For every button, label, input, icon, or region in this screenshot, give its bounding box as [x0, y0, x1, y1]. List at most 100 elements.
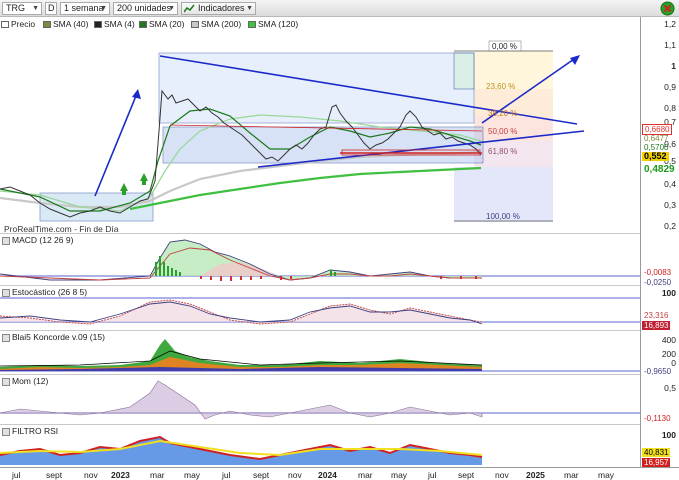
axis-label: 1,2: [664, 19, 676, 29]
time-axis-label: mar: [150, 470, 165, 480]
time-axis-label: jul: [428, 470, 437, 480]
time-axis-label: jul: [222, 470, 231, 480]
koncorde-panel[interactable]: Blai5 Koncorde v.09 (15): [0, 330, 640, 374]
time-axis-label: sept: [253, 470, 270, 480]
legend-swatch: [139, 21, 147, 28]
legend-item[interactable]: SMA (40): [42, 19, 88, 30]
macd-panel[interactable]: MACD (12 26 9): [0, 233, 640, 285]
arrow-head-icon: [132, 89, 141, 99]
time-axis-label: nov: [84, 470, 98, 480]
legend-swatch: [191, 21, 199, 28]
rsi-chart: [0, 435, 483, 465]
indicators-button[interactable]: Indicadores ▼: [181, 2, 256, 15]
axis-label: 1,1: [664, 40, 676, 50]
time-axis-label: sept: [46, 470, 63, 480]
koncorde-title[interactable]: Blai5 Koncorde v.09 (15): [2, 332, 105, 342]
rsi-tag: 16,957: [642, 458, 671, 467]
units-label: 200 unidades: [117, 3, 172, 13]
legend-label: SMA (200): [201, 19, 242, 29]
fib-label: 100,00 %: [486, 212, 520, 221]
koncorde-title-label: Blai5 Koncorde v.09 (15): [12, 332, 105, 342]
stochastic-tag: 23,316: [644, 311, 669, 320]
legend-swatch: [248, 21, 256, 28]
macd-title[interactable]: MACD (12 26 9): [2, 235, 74, 245]
symbol-label: TRG: [6, 3, 25, 13]
axis-label: 0,9: [664, 82, 676, 92]
fib-label: 50,00 %: [488, 127, 517, 136]
legend-label: SMA (20): [149, 19, 185, 29]
axis-label: 0,2: [664, 221, 676, 231]
panel-icon: [2, 378, 10, 386]
price-tag-sma120: 0,4829: [644, 164, 675, 175]
chevron-down-icon: ▼: [100, 5, 107, 12]
legend-item[interactable]: SMA (4): [93, 19, 135, 30]
fib-label: 61,80 %: [488, 147, 517, 156]
axis-label: 1: [671, 61, 676, 71]
price-chart[interactable]: 0,00 % 23,60 % 38,20 % 50,00 % 61,80 % 1…: [0, 31, 640, 233]
time-axis-label: may: [598, 470, 615, 480]
legend-swatch: [94, 21, 102, 28]
time-axis-label: nov: [288, 470, 302, 480]
axis-label: 0,3: [664, 200, 676, 210]
legend-item[interactable]: SMA (120): [247, 19, 298, 30]
fib-label: 38,20 %: [488, 109, 517, 118]
indicator-legend: Precio SMA (40) SMA (4) SMA (20) SMA (20…: [0, 17, 640, 31]
units-select[interactable]: 200 unidades ▼: [113, 2, 178, 15]
macd-tag: -0,0083: [644, 268, 672, 277]
fib-label: 0,00 %: [492, 42, 517, 51]
rsi-panel[interactable]: FILTRO RSI: [0, 424, 640, 467]
time-axis-label: sept: [458, 470, 475, 480]
symbol-select[interactable]: TRG ▼: [2, 2, 42, 15]
rsi-title[interactable]: FILTRO RSI: [2, 426, 59, 436]
range-rectangle[interactable]: [453, 52, 475, 90]
rsi-tag: 40,831: [642, 448, 671, 457]
stochastic-axis-label: 100: [661, 288, 676, 298]
stochastic-panel[interactable]: Estocástico (26 8 5): [0, 285, 640, 330]
legend-item[interactable]: SMA (20): [138, 19, 184, 30]
momentum-tag: -0,1130: [644, 414, 671, 423]
price-axis[interactable]: 1,2 1,1 1 0,9 0,8 0,7 0,6 0,5 0,4 0,3 0,…: [640, 17, 679, 467]
legend-label: SMA (4): [104, 19, 135, 29]
axis-label: 0,4: [664, 179, 676, 189]
period-label: 1 semana: [64, 3, 104, 13]
panel-icon: [2, 334, 10, 342]
chevron-down-icon: ▼: [168, 5, 175, 12]
mode-button[interactable]: D: [45, 2, 57, 15]
arrow-head-icon: [570, 55, 580, 65]
time-axis-label: mar: [358, 470, 373, 480]
rsi-axis-label: 100: [661, 430, 676, 440]
stochastic-title-label: Estocástico (26 8 5): [12, 287, 88, 297]
momentum-panel[interactable]: Mom (12): [0, 374, 640, 424]
stochastic-title[interactable]: Estocástico (26 8 5): [2, 287, 88, 297]
time-axis-label: 2025: [526, 470, 545, 480]
momentum-title-label: Mom (12): [12, 376, 49, 386]
legend-item[interactable]: SMA (200): [190, 19, 241, 30]
time-axis-label: 2024: [318, 470, 337, 480]
axis-label: 0,8: [664, 103, 676, 113]
indicators-label: Indicadores: [198, 3, 245, 13]
time-axis[interactable]: jul sept nov 2023 mar may jul sept nov 2…: [0, 467, 679, 480]
macd-title-label: MACD (12 26 9): [12, 235, 74, 245]
indicators-icon: [184, 4, 195, 13]
trend-arrow[interactable]: [94, 90, 139, 197]
momentum-title[interactable]: Mom (12): [2, 376, 49, 386]
legend-swatch: [43, 21, 51, 28]
mode-label: D: [48, 3, 55, 13]
period-select[interactable]: 1 semana ▼: [60, 2, 110, 15]
time-axis-label: mar: [564, 470, 579, 480]
price-tag-sma40: 0,6477: [644, 134, 669, 143]
last-price-tag: 0,552: [642, 151, 669, 161]
close-chart-icon[interactable]: [660, 1, 675, 16]
time-axis-label: nov: [495, 470, 509, 480]
time-axis-label: jul: [12, 470, 21, 480]
toolbar: TRG ▼ D 1 semana ▼ 200 unidades ▼ Indica…: [0, 0, 679, 17]
legend-label: SMA (120): [258, 19, 299, 29]
time-axis-label: may: [184, 470, 201, 480]
panel-icon: [2, 237, 10, 245]
price-panel[interactable]: 0,00 % 23,60 % 38,20 % 50,00 % 61,80 % 1…: [0, 31, 640, 233]
chevron-down-icon: ▼: [32, 5, 39, 12]
legend-item[interactable]: Precio: [0, 19, 35, 30]
momentum-axis-label: 0,5: [664, 383, 676, 393]
time-axis-label: may: [391, 470, 408, 480]
macd-tag: -0,0250: [644, 278, 672, 287]
